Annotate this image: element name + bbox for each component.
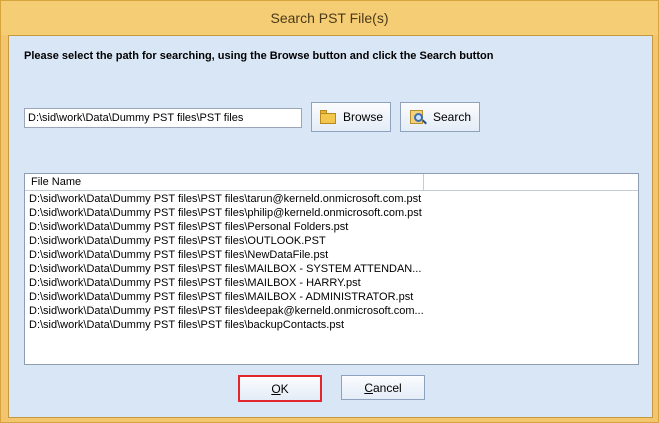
list-item[interactable]: D:\sid\work\Data\Dummy PST files\PST fil… (25, 276, 638, 290)
list-item[interactable]: D:\sid\work\Data\Dummy PST files\PST fil… (25, 318, 638, 332)
dialog-client-area: Please select the path for searching, us… (8, 35, 653, 418)
ok-button[interactable]: OK (238, 375, 322, 402)
search-button-label: Search (432, 110, 472, 124)
dialog-window: Search PST File(s) Please select the pat… (0, 0, 659, 423)
path-input[interactable] (24, 108, 302, 128)
window-title: Search PST File(s) (270, 10, 389, 26)
file-list[interactable]: File Name D:\sid\work\Data\Dummy PST fil… (24, 173, 639, 365)
list-item[interactable]: D:\sid\work\Data\Dummy PST files\PST fil… (25, 206, 638, 220)
list-item[interactable]: D:\sid\work\Data\Dummy PST files\PST fil… (25, 304, 638, 318)
instruction-text: Please select the path for searching, us… (24, 50, 494, 62)
list-item[interactable]: D:\sid\work\Data\Dummy PST files\PST fil… (25, 248, 638, 262)
list-item[interactable]: D:\sid\work\Data\Dummy PST files\PST fil… (25, 220, 638, 234)
list-header: File Name (25, 174, 638, 191)
list-item[interactable]: D:\sid\work\Data\Dummy PST files\PST fil… (25, 290, 638, 304)
browse-button[interactable]: Browse (311, 102, 391, 132)
browse-button-label: Browse (342, 110, 383, 124)
list-rows: D:\sid\work\Data\Dummy PST files\PST fil… (25, 192, 638, 332)
title-bar[interactable]: Search PST File(s) (1, 1, 658, 35)
cancel-button-label: Cancel (364, 380, 402, 395)
column-header-file-name[interactable]: File Name (25, 174, 424, 190)
list-item[interactable]: D:\sid\work\Data\Dummy PST files\PST fil… (25, 234, 638, 248)
list-item[interactable]: D:\sid\work\Data\Dummy PST files\PST fil… (25, 192, 638, 206)
cancel-button[interactable]: Cancel (341, 375, 425, 400)
ok-button-label: OK (271, 381, 289, 396)
magnifier-icon (409, 109, 427, 125)
list-item[interactable]: D:\sid\work\Data\Dummy PST files\PST fil… (25, 262, 638, 276)
search-button[interactable]: Search (400, 102, 480, 132)
folder-icon (319, 109, 337, 125)
